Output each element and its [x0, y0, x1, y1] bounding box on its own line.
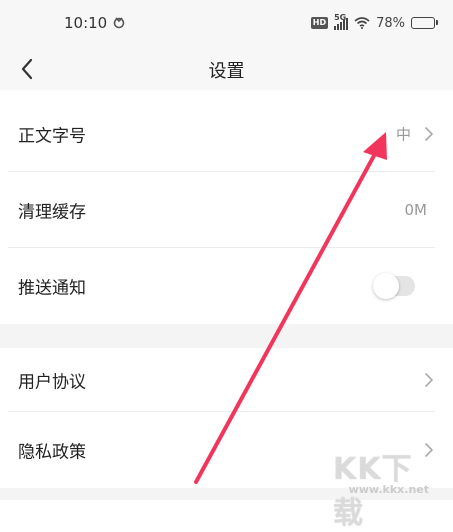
settings-row-privacy-policy[interactable]: 隐私政策: [0, 412, 453, 488]
push-notify-label: 推送通知: [18, 278, 86, 299]
font-size-value: 中: [395, 125, 411, 144]
push-notify-toggle[interactable]: [373, 273, 415, 299]
signal-icon: 5G: [334, 13, 349, 30]
section-gap: [0, 324, 453, 348]
settings-section-legal: 用户协议 隐私政策: [0, 348, 453, 488]
user-agreement-label: 用户协议: [18, 372, 86, 393]
clear-cache-label: 清理缓存: [18, 202, 86, 223]
settings-section-general: 正文字号 中 清理缓存 0M 推送通知: [0, 96, 453, 324]
nav-bar: 设置: [0, 48, 453, 90]
page-title: 设置: [208, 61, 245, 82]
bottom-strip: [0, 488, 453, 500]
chevron-right-icon: [425, 443, 433, 457]
battery-icon: [411, 17, 438, 29]
notification-icon: [113, 17, 125, 29]
status-bar: 10:10 HD 5G 78%: [0, 0, 453, 48]
chevron-right-icon: [425, 373, 433, 387]
status-indicators: HD 5G 78%: [310, 13, 438, 33]
settings-row-push-notify: 推送通知: [0, 248, 453, 324]
toggle-knob: [373, 273, 399, 299]
battery-percent: 78%: [376, 15, 405, 31]
settings-row-user-agreement[interactable]: 用户协议: [0, 348, 453, 412]
network-type-label: 5G: [334, 13, 347, 22]
status-time: 10:10: [64, 14, 108, 32]
font-size-label: 正文字号: [18, 126, 86, 147]
cache-size-value: 0M: [404, 201, 428, 219]
chevron-right-icon: [425, 127, 433, 141]
settings-row-font-size[interactable]: 正文字号 中: [0, 96, 453, 172]
hd-icon: HD: [310, 17, 329, 29]
privacy-policy-label: 隐私政策: [18, 442, 86, 463]
wifi-icon: [354, 17, 370, 29]
settings-row-clear-cache[interactable]: 清理缓存 0M: [0, 172, 453, 248]
